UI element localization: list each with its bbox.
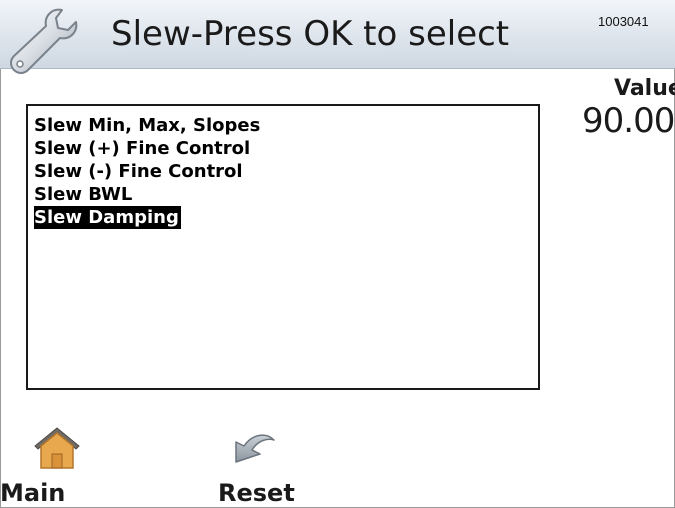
- menu-listbox[interactable]: Slew Min, Max, Slopes Slew (+) Fine Cont…: [26, 104, 540, 364]
- page-title: Slew-Press OK to select: [111, 14, 510, 54]
- undo-arrow-icon[interactable]: [232, 424, 278, 468]
- wrench-icon: [10, 8, 78, 74]
- list-item-slew-plus-fine-control[interactable]: Slew (+) Fine Control: [34, 137, 252, 160]
- value-readout: 90.00: [582, 101, 675, 141]
- home-icon[interactable]: [32, 424, 82, 470]
- main-button[interactable]: Main: [0, 479, 65, 507]
- list-item-slew-damping[interactable]: Slew Damping: [34, 206, 181, 229]
- value-label: Value: [614, 76, 675, 101]
- list-item-slew-bwl[interactable]: Slew BWL: [34, 183, 134, 206]
- list-item-slew-min-max-slopes[interactable]: Slew Min, Max, Slopes: [34, 114, 262, 137]
- reset-button[interactable]: Reset: [218, 479, 295, 507]
- screen-code: 1003041: [598, 14, 649, 29]
- status-field: [26, 360, 540, 390]
- list-item-slew-minus-fine-control[interactable]: Slew (-) Fine Control: [34, 160, 245, 183]
- title-bar: Slew-Press OK to select 1003041: [0, 0, 675, 74]
